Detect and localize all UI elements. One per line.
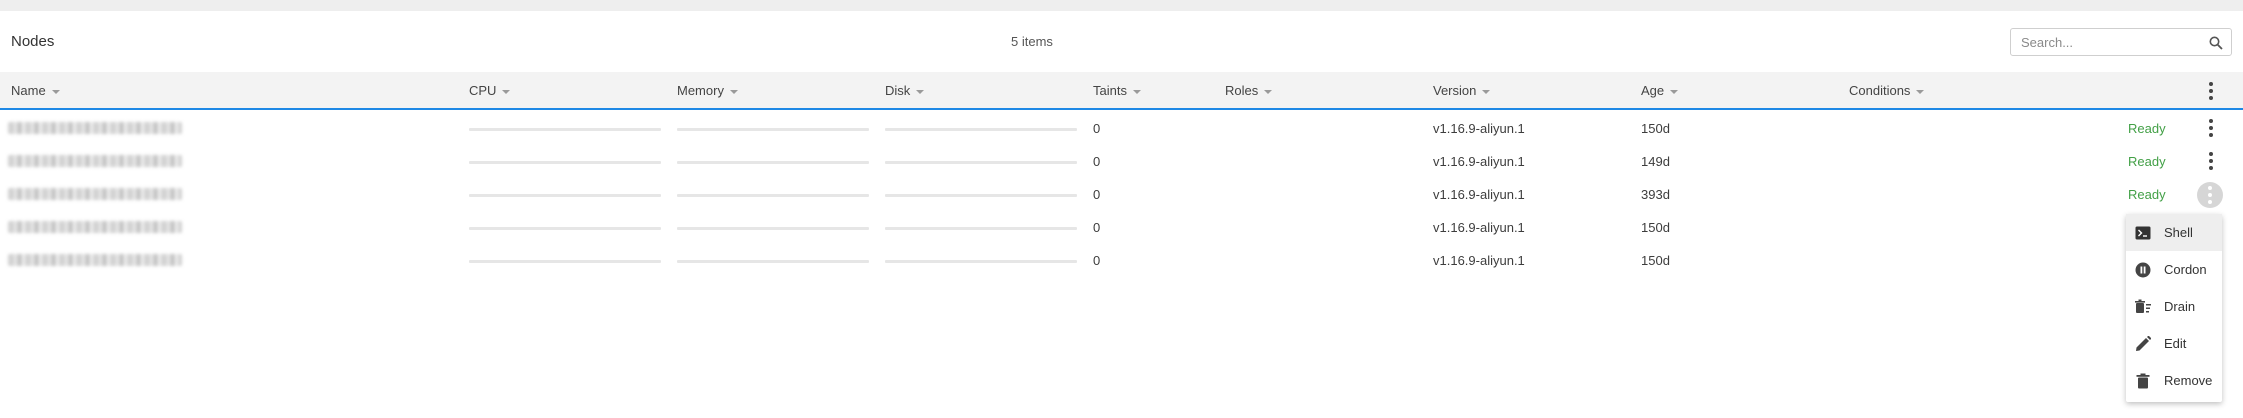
node-name-redacted[interactable] (8, 188, 182, 200)
sort-caret-icon (1482, 89, 1491, 94)
column-header-age[interactable]: Age (1641, 83, 1679, 98)
disk-usage-bar (885, 260, 1077, 263)
disk-usage-bar (885, 194, 1077, 197)
version-value: v1.16.9-aliyun.1 (1433, 121, 1525, 136)
page-title: Nodes (11, 33, 55, 50)
disk-usage-bar (885, 227, 1077, 230)
trash-icon (2136, 373, 2150, 389)
age-value: 393d (1641, 187, 1670, 202)
age-value: 149d (1641, 154, 1670, 169)
sort-caret-icon (916, 89, 925, 94)
table-actions-kebab-icon[interactable] (2199, 79, 2223, 103)
column-header-name[interactable]: Name (11, 83, 60, 98)
status-ready: Ready (2128, 121, 2166, 136)
table-row[interactable]: 0 v1.16.9-aliyun.1 393d Ready (0, 178, 2243, 211)
column-header-version[interactable]: Version (1433, 83, 1491, 98)
sort-caret-icon (1264, 89, 1273, 94)
menu-item-label: Shell (2164, 225, 2193, 240)
cpu-usage-bar (469, 227, 661, 230)
disk-usage-bar (885, 128, 1077, 131)
memory-usage-bar (677, 161, 869, 164)
pencil-icon (2136, 336, 2151, 351)
version-value: v1.16.9-aliyun.1 (1433, 253, 1525, 268)
terminal-icon (2135, 226, 2151, 240)
menu-item-label: Drain (2164, 299, 2196, 314)
memory-usage-bar (677, 260, 869, 263)
cpu-usage-bar (469, 260, 661, 263)
taints-value: 0 (1093, 253, 1101, 268)
sort-caret-icon (1916, 89, 1925, 94)
menu-item-remove[interactable]: Remove (2126, 362, 2222, 399)
menu-item-shell[interactable]: Shell (2126, 214, 2222, 251)
table-row[interactable]: 0 v1.16.9-aliyun.1 150d Ready (0, 112, 2243, 145)
item-count: 5 items (1011, 34, 1053, 49)
pause-circle-icon (2135, 262, 2151, 278)
age-value: 150d (1641, 121, 1670, 136)
row-actions-kebab-icon[interactable] (2199, 149, 2223, 173)
table-header: Name CPU Memory Disk Taints Roles Versio… (0, 72, 2243, 110)
column-header-taints[interactable]: Taints (1093, 83, 1141, 98)
taints-value: 0 (1093, 154, 1101, 169)
node-name-redacted[interactable] (8, 221, 182, 233)
column-header-cpu[interactable]: CPU (469, 83, 511, 98)
version-value: v1.16.9-aliyun.1 (1433, 187, 1525, 202)
taints-value: 0 (1093, 121, 1101, 136)
memory-usage-bar (677, 128, 869, 131)
node-name-redacted[interactable] (8, 155, 182, 167)
taints-value: 0 (1093, 220, 1101, 235)
menu-item-cordon[interactable]: Cordon (2126, 251, 2222, 288)
status-ready: Ready (2128, 154, 2166, 169)
sort-caret-icon (502, 89, 511, 94)
sort-caret-icon (51, 89, 60, 94)
table-row[interactable]: 0 v1.16.9-aliyun.1 150d (0, 211, 2243, 244)
cpu-usage-bar (469, 128, 661, 131)
search-box[interactable] (2010, 28, 2232, 56)
menu-item-label: Cordon (2164, 262, 2207, 277)
row-actions-kebab-icon[interactable] (2199, 116, 2223, 140)
age-value: 150d (1641, 253, 1670, 268)
node-name-redacted[interactable] (8, 122, 182, 134)
column-header-conditions[interactable]: Conditions (1849, 83, 1925, 98)
cpu-usage-bar (469, 161, 661, 164)
memory-usage-bar (677, 227, 869, 230)
search-input[interactable] (2011, 29, 2201, 55)
sort-caret-icon (1670, 89, 1679, 94)
node-name-redacted[interactable] (8, 254, 182, 266)
sort-caret-icon (729, 89, 738, 94)
menu-item-drain[interactable]: Drain (2126, 288, 2222, 325)
age-value: 150d (1641, 220, 1670, 235)
table-row[interactable]: 0 v1.16.9-aliyun.1 150d (0, 244, 2243, 277)
table-row[interactable]: 0 v1.16.9-aliyun.1 149d Ready (0, 145, 2243, 178)
column-header-memory[interactable]: Memory (677, 83, 738, 98)
top-strip (0, 0, 2243, 11)
status-ready: Ready (2128, 187, 2166, 202)
taints-value: 0 (1093, 187, 1101, 202)
menu-item-label: Remove (2164, 373, 2213, 388)
row-actions-kebab-active-icon[interactable] (2197, 182, 2223, 208)
column-header-disk[interactable]: Disk (885, 83, 925, 98)
memory-usage-bar (677, 194, 869, 197)
cpu-usage-bar (469, 194, 661, 197)
search-icon[interactable] (2209, 36, 2223, 50)
menu-item-edit[interactable]: Edit (2126, 325, 2222, 362)
version-value: v1.16.9-aliyun.1 (1433, 154, 1525, 169)
menu-item-label: Edit (2164, 336, 2187, 351)
column-header-roles[interactable]: Roles (1225, 83, 1273, 98)
disk-usage-bar (885, 161, 1077, 164)
sort-caret-icon (1132, 89, 1141, 94)
version-value: v1.16.9-aliyun.1 (1433, 220, 1525, 235)
row-context-menu: Shell Cordon Drain Edit Remove (2126, 214, 2222, 402)
drain-icon (2135, 299, 2151, 313)
